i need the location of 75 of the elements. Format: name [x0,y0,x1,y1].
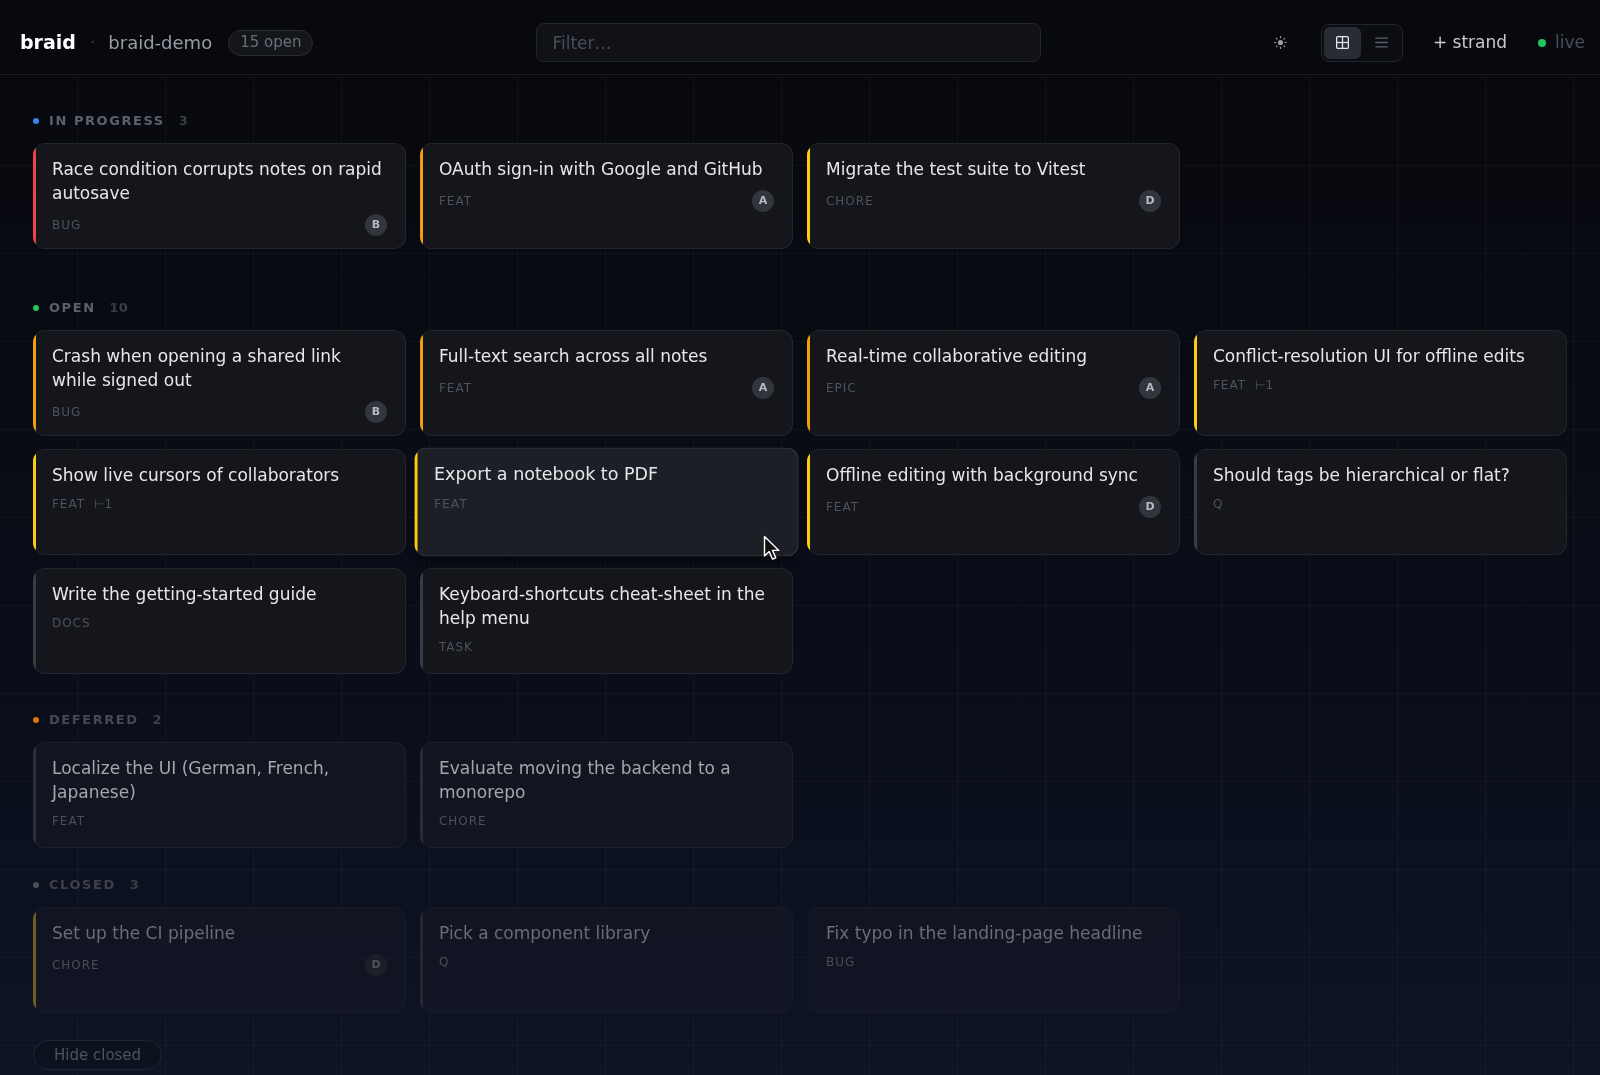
issue-card[interactable]: Real-time collaborative editing EPIC A [807,330,1180,436]
assignee-avatar: D [1139,190,1161,212]
issue-card[interactable]: OAuth sign-in with Google and GitHub FEAT A [420,143,793,249]
card-tag: TASK [439,639,473,655]
breadcrumb-separator: · [89,30,96,54]
card-tag: FEAT [826,499,859,515]
section-title: OPEN [49,299,96,318]
issue-card[interactable]: Pick a component library Q [420,907,793,1013]
section-title: DEFERRED [49,711,139,730]
card-title: Full-text search across all notes [439,345,709,368]
issue-card[interactable]: Conflict-resolution UI for offline edits FEAT ⊢1 [1194,330,1567,436]
assignee-avatar: B [365,214,387,236]
issue-card[interactable]: Full-text search across all notes FEAT A [420,330,793,436]
card-title: Keyboard-shortcuts cheat-sheet in the help menu [439,583,766,630]
card-title: Offline editing with background sync [826,464,1139,487]
card-title: Migrate the test suite to Vitest [826,158,1087,181]
card-tag: FEAT [439,380,472,396]
card-title: Export a notebook to PDF [434,462,660,487]
card-title: Should tags be hierarchical or flat? [1213,464,1511,487]
card-title: Fix typo in the landing-page headline [826,922,1144,945]
issue-card[interactable]: Write the getting-started guide DOCS [33,568,406,674]
grid-view-button[interactable] [1323,26,1361,59]
issue-card[interactable]: Localize the UI (German, French, Japanese) FEAT [33,742,406,848]
card-tag: CHORE [439,813,487,829]
open-count-badge: 15 open [228,29,314,56]
card-title: Pick a component library [439,922,652,945]
card-tag: BUG [826,954,856,970]
connection-status: live [1555,30,1585,54]
card-title: Crash when opening a shared link while signed out [52,345,342,392]
grid-icon[interactable] [1335,36,1349,49]
issue-card[interactable]: Should tags be hierarchical or flat? Q [1194,449,1567,555]
card-tag: FEAT [439,193,472,209]
new-strand-button[interactable]: + strand [1432,29,1508,56]
card-tag: CHORE [826,193,874,209]
card-tag: FEAT [52,496,85,512]
issue-card[interactable]: Crash when opening a shared link while signed out BUG B [33,330,406,436]
card-tag: DOCS [52,615,91,631]
issue-card[interactable]: Fix typo in the landing-page headline BUG [807,907,1180,1013]
filter-input[interactable]: Filter… [536,23,1042,62]
issue-card[interactable]: Show live cursors of collaborators FEAT ⊢1 [33,449,406,555]
app-logo[interactable]: braid [20,28,76,57]
section-title: IN PROGRESS [49,112,165,131]
card-title: Evaluate moving the backend to a monorepo [439,757,732,804]
card-tag: BUG [52,217,82,233]
card-tag: Q [1213,496,1224,512]
card-title: Real-time collaborative editing [826,345,1089,368]
card-title: Localize the UI (German, French, Japanese) [52,757,331,804]
issue-card[interactable]: Evaluate moving the backend to a monorepo CHORE [420,742,793,848]
assignee-avatar: A [752,190,774,212]
card-title: Write the getting-started guide [52,583,318,606]
assignee-avatar: D [1139,496,1161,518]
card-tag: EPIC [826,380,857,396]
card-title: OAuth sign-in with Google and GitHub [439,158,764,181]
mouse-pointer-icon [763,535,781,561]
card-title: Set up the CI pipeline [52,922,237,945]
assignee-avatar: A [1139,377,1161,399]
card-title: Show live cursors of collaborators [52,464,341,487]
issue-card[interactable]: Race condition corrupts notes on rapid autosave BUG B [33,143,406,249]
card-title: Conflict-resolution UI for offline edits [1213,345,1526,368]
card-tag: FEAT [1213,377,1246,393]
card-tag: FEAT [52,813,85,829]
assignee-avatar: A [752,377,774,399]
issue-card[interactable]: Keyboard-shortcuts cheat-sheet in the help menu TASK [420,568,793,674]
card-tag: BUG [52,404,82,420]
project-name[interactable]: braid-demo [108,29,213,56]
card-title: Race condition corrupts notes on rapid autosave [52,158,383,205]
assignee-avatar: B [365,401,387,423]
subtask-count: ⊢1 [1254,377,1274,393]
card-tag: CHORE [52,957,100,973]
subtask-count: ⊢1 [93,496,113,512]
issue-card[interactable]: Offline editing with background sync FEAT D [807,449,1180,555]
card-tag: Q [439,954,450,970]
issue-card[interactable]: Migrate the test suite to Vitest CHORE D [807,143,1180,249]
sun-icon[interactable] [1273,36,1287,49]
list-icon[interactable] [1374,37,1388,48]
